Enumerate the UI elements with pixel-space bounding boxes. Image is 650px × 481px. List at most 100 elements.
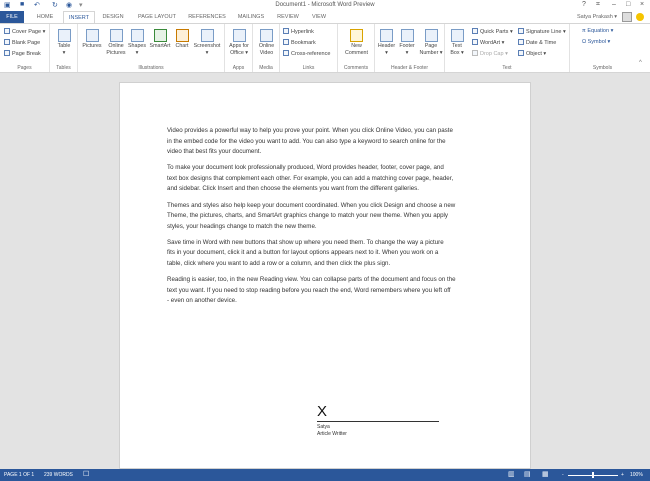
cover-page-button[interactable]: Cover Page ▾ (4, 28, 45, 35)
pictures-button[interactable]: Pictures (80, 29, 104, 50)
text-line: Video provides a powerful way to help yo… (167, 127, 453, 134)
zoom-out-button[interactable]: - (562, 469, 564, 481)
smartart-button[interactable]: SmartArt (147, 29, 173, 50)
web-layout-icon[interactable]: ▦ (542, 469, 549, 481)
text-line: fits in your document, click it and a bu… (167, 249, 439, 257)
group-illustrations: Pictures Online Pictures Shapes ▾ SmartArt… (78, 24, 225, 72)
table-button[interactable]: Table ▾ (54, 29, 74, 56)
tab-home[interactable]: HOME (30, 11, 60, 23)
hyperlink-icon (283, 28, 289, 34)
tab-insert[interactable]: INSERT (63, 11, 95, 23)
ribbon-display-button[interactable]: ⌗ (596, 1, 600, 9)
date-time-icon (518, 39, 524, 45)
equation-button[interactable]: π Equation ▾ (582, 28, 613, 34)
object-icon (518, 50, 524, 56)
word-count[interactable]: 239 WORDS (44, 469, 73, 481)
paragraph: To make your document look professionall… (167, 163, 497, 195)
group-label: Comments (343, 65, 369, 71)
online-pictures-icon (109, 29, 123, 42)
footer-button[interactable]: Footer ▾ (397, 29, 417, 56)
text-box-icon (450, 29, 464, 42)
footer-icon (400, 29, 414, 42)
group-comments: New Comment Comments (338, 24, 375, 72)
paragraph: Reading is easier, too, in the new Readi… (167, 275, 497, 307)
close-button[interactable]: × (640, 1, 644, 8)
signer-name: Satya (317, 424, 330, 430)
zoom-level[interactable]: 100% (630, 469, 643, 481)
tab-page-layout[interactable]: PAGE LAYOUT (133, 11, 181, 23)
cover-page-icon (4, 28, 10, 34)
tab-design[interactable]: DESIGN (98, 11, 128, 23)
group-label: Links (302, 65, 315, 71)
text-box-button[interactable]: Text Box ▾ (448, 29, 466, 56)
new-comment-button[interactable]: New Comment (340, 29, 373, 56)
zoom-in-button[interactable]: + (621, 469, 624, 481)
tab-references[interactable]: REFERENCES (185, 11, 229, 23)
document-body[interactable]: Video provides a powerful way to help yo… (167, 126, 497, 312)
cross-reference-button[interactable]: Cross-reference (283, 50, 330, 57)
read-mode-icon[interactable]: ▥ (508, 469, 515, 481)
group-label: Tables (56, 65, 71, 71)
tab-file[interactable]: FILE (0, 11, 24, 23)
shapes-button[interactable]: Shapes ▾ (127, 29, 147, 56)
blank-page-icon (4, 39, 10, 45)
text-line: in the embed code for the video you want… (167, 137, 446, 145)
header-button[interactable]: Header ▾ (376, 29, 397, 56)
table-icon (57, 29, 71, 42)
object-button[interactable]: Object ▾ (518, 50, 546, 57)
date-time-button[interactable]: Date & Time (518, 39, 556, 46)
quick-parts-button[interactable]: Quick Parts ▾ (472, 28, 513, 35)
zoom-slider-thumb[interactable] (592, 472, 594, 478)
text-line: To make your document look professionall… (167, 164, 444, 172)
pictures-icon (85, 29, 99, 42)
text-line: Save time in Word with new buttons that … (167, 238, 444, 246)
tab-review[interactable]: REVIEW (274, 11, 302, 23)
group-label: Apps (232, 65, 245, 71)
print-layout-icon[interactable]: ▤ (524, 469, 531, 481)
wordart-button[interactable]: WordArt ▾ (472, 39, 504, 46)
chart-button[interactable]: Chart (173, 29, 191, 50)
bookmark-button[interactable]: Bookmark (283, 39, 316, 46)
ribbon-tabs: FILE HOME INSERT DESIGN PAGE LAYOUT REFE… (0, 11, 650, 23)
online-video-button[interactable]: Online Video (255, 29, 278, 56)
bookmark-icon (283, 39, 289, 45)
signer-title: Article Writter (317, 431, 347, 437)
screenshot-button[interactable]: Screenshot ▾ (191, 29, 223, 56)
signature-line-button[interactable]: Signature Line ▾ (518, 28, 566, 35)
group-tables: Table ▾ Tables (50, 24, 78, 72)
smiley-feedback-icon[interactable] (636, 13, 644, 21)
symbol-button[interactable]: Ω Symbol ▾ (582, 39, 610, 45)
quick-parts-icon (472, 28, 478, 34)
ribbon-insert: Cover Page ▾ Blank Page Page Break Pages… (0, 23, 650, 73)
apps-for-office-button[interactable]: Apps for Office ▾ (226, 29, 252, 56)
page-number-icon (424, 29, 438, 42)
text-line: and sidebar. Click Insert and then choos… (167, 185, 419, 193)
tab-mailings[interactable]: MAILINGS (233, 11, 269, 23)
text-line: text box designs that complement each ot… (167, 174, 454, 182)
status-bar: PAGE 1 OF 1 239 WORDS ☐ ▥ ▤ ▦ - + 100% (0, 469, 650, 481)
wordart-icon (472, 39, 478, 45)
group-apps: Apps for Office ▾ Apps (225, 24, 253, 72)
page-count[interactable]: PAGE 1 OF 1 (4, 469, 34, 481)
minimize-button[interactable]: – (612, 1, 616, 8)
group-symbols: π Equation ▾ Ω Symbol ▾ Symbols (570, 24, 635, 72)
text-line: table, click where you want to add a row… (167, 260, 391, 268)
text-line: text you want. If you need to stop readi… (167, 286, 451, 294)
signature-line[interactable]: X Satya Article Writter (317, 402, 439, 438)
collapse-ribbon-button[interactable]: ^ (639, 60, 642, 66)
proofing-icon[interactable]: ☐ (83, 469, 89, 481)
avatar[interactable] (622, 12, 632, 22)
group-label: Header & Footer (391, 65, 428, 71)
drop-cap-button[interactable]: Drop Cap ▾ (472, 50, 508, 57)
maximize-button[interactable]: □ (626, 1, 630, 8)
hyperlink-button[interactable]: Hyperlink (283, 28, 314, 35)
tab-view[interactable]: VIEW (306, 11, 332, 23)
cross-reference-icon (283, 50, 289, 56)
page-break-button[interactable]: Page Break (4, 50, 41, 57)
page-number-button[interactable]: Page Number ▾ (418, 29, 444, 56)
user-name[interactable]: Satya Prakash ▾ (577, 14, 617, 20)
apps-icon (232, 29, 246, 42)
blank-page-button[interactable]: Blank Page (4, 39, 40, 46)
online-pictures-button[interactable]: Online Pictures (105, 29, 127, 56)
help-button[interactable]: ? (582, 1, 586, 8)
